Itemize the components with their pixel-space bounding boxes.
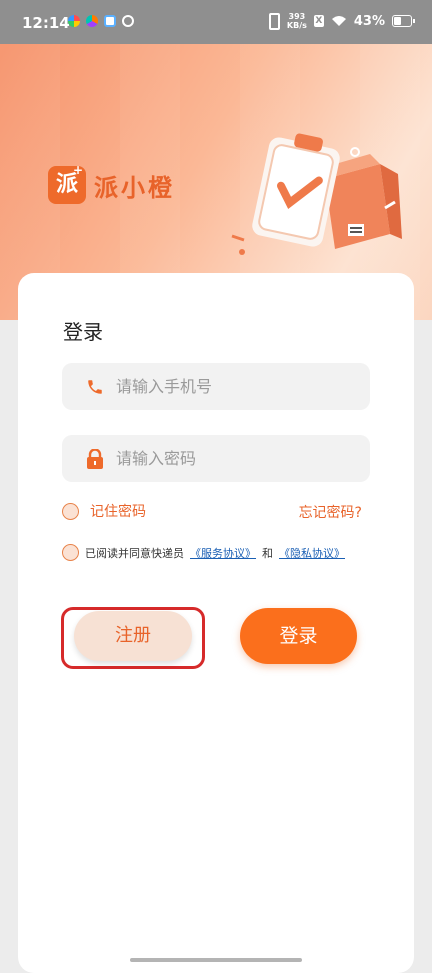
vibrate-icon: [268, 12, 280, 30]
password-input[interactable]: [114, 448, 358, 469]
password-field[interactable]: [62, 435, 370, 482]
login-title: 登录: [63, 320, 103, 344]
home-indicator[interactable]: [130, 958, 302, 962]
agreement-prefix: 已阅读并同意快递员: [85, 546, 184, 560]
status-bar: 12:14 393 KB/s X 43%: [0, 0, 432, 44]
service-agreement-link[interactable]: 《服务协议》: [190, 545, 256, 561]
brand-name: 派小橙: [94, 173, 175, 202]
battery-percent: 43%: [353, 13, 385, 29]
logo-icon: 派 +: [48, 163, 86, 204]
wifi-icon: [331, 16, 346, 26]
app-notification-icon: [86, 15, 98, 27]
status-indicators: 393 KB/s X 43%: [268, 12, 415, 30]
remember-password[interactable]: 记住密码: [62, 501, 146, 521]
phone-field[interactable]: [62, 363, 370, 410]
network-speed-unit: KB/s: [286, 21, 307, 30]
network-speed-value: 393: [288, 12, 306, 21]
notification-icons: [68, 15, 134, 27]
forgot-password-link[interactable]: 忘记密码?: [299, 502, 362, 522]
agreement-row: 已阅读并同意快递员 《服务协议》和《隐私协议》: [62, 544, 345, 561]
brand-logo: 派 + 派小橙: [48, 163, 175, 204]
logo-plus: +: [72, 163, 83, 177]
clipboard-package-illustration: [231, 133, 402, 255]
phone-input[interactable]: [114, 376, 358, 397]
phone-icon: [88, 379, 102, 394]
login-card: 登录 记住密码 忘记密码? 已阅读并同意快递员《服务协议》和《隐私协议》 注册 …: [18, 273, 414, 973]
login-button[interactable]: 登录: [240, 608, 357, 664]
battery-icon: [392, 15, 415, 27]
sim-icon: X: [313, 15, 324, 27]
register-button[interactable]: 注册: [74, 611, 192, 661]
app-notification-icon: [104, 15, 116, 27]
privacy-agreement-link[interactable]: 《隐私协议》: [279, 545, 345, 561]
remember-password-radio[interactable]: [62, 502, 79, 520]
network-speed: 393 KB/s: [287, 12, 307, 30]
lock-icon: [87, 448, 103, 469]
app-notification-icon: [68, 15, 80, 27]
remember-password-label: 记住密码: [90, 504, 146, 520]
agreement-radio[interactable]: [62, 544, 79, 561]
sync-icon: [122, 15, 134, 27]
status-time: 12:14: [22, 14, 70, 32]
agreement-conjunction: 和: [262, 546, 273, 560]
